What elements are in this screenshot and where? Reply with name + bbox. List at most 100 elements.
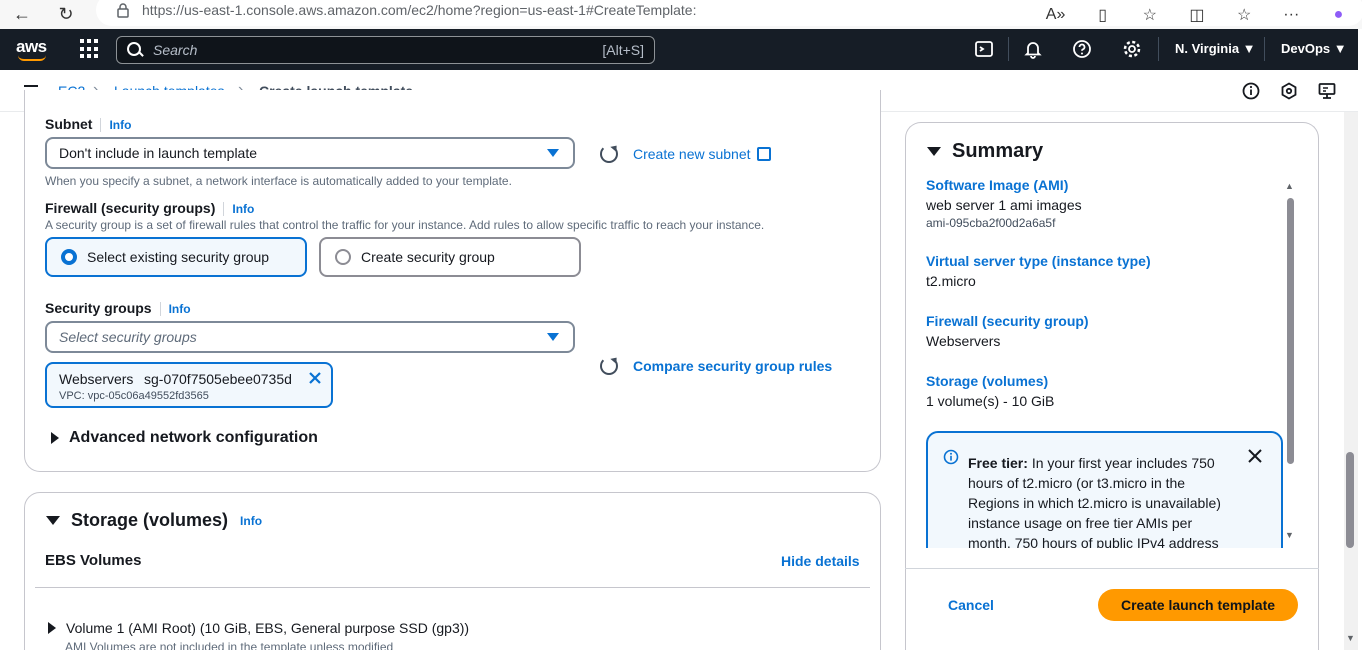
feedback-icon[interactable] <box>1317 81 1337 101</box>
cloudshell-icon[interactable] <box>974 39 994 59</box>
summary-instance-type-value: t2.micro <box>926 273 976 289</box>
refresh-sg-icon[interactable] <box>600 357 618 375</box>
dismiss-alert-close-icon[interactable] <box>1247 448 1263 464</box>
sg-token-name: Webservers <box>59 371 134 387</box>
external-link-icon <box>756 147 771 161</box>
notifications-panel-icon[interactable] <box>1279 81 1299 101</box>
storage-header[interactable]: Storage (volumes) Info <box>46 510 262 531</box>
account-menu[interactable]: DevOps ▼ <box>1281 41 1347 56</box>
storage-info-link[interactable]: Info <box>240 514 262 528</box>
services-grid-icon[interactable] <box>80 39 100 59</box>
aws-logo[interactable]: aws <box>16 37 47 61</box>
info-panel-icon[interactable] <box>1241 81 1261 101</box>
radio-selected[interactable] <box>61 249 77 265</box>
favorite-icon[interactable]: ☆ <box>1126 5 1173 25</box>
sg-placeholder: Select security groups <box>59 329 197 345</box>
volume-1-toggle[interactable]: Volume 1 (AMI Root) (10 GiB, EBS, Genera… <box>48 620 469 636</box>
caret-down-icon <box>927 147 941 156</box>
immersive-reader-icon[interactable]: ▯ <box>1079 5 1126 25</box>
browser-actions: A» ▯ ☆ ◫ ☆ ··· ● <box>1032 0 1362 29</box>
refresh-subnet-icon[interactable] <box>600 145 618 163</box>
free-tier-line: instance usage on free tier AMIs per <box>968 515 1193 531</box>
help-icon[interactable] <box>1072 39 1092 59</box>
summary-ami-link[interactable]: Software Image (AMI) <box>926 177 1068 193</box>
caret-down-icon <box>547 333 559 341</box>
aws-top-nav: aws Search [Alt+S] N. Virginia ▼ DevOps … <box>0 29 1358 70</box>
summary-header[interactable]: Summary <box>927 140 1043 163</box>
info-icon <box>943 449 959 465</box>
firewall-label-row: Firewall (security groups) Info <box>45 200 254 217</box>
sg-label: Security groups <box>45 300 152 316</box>
summary-firewall-link[interactable]: Firewall (security group) <box>926 313 1089 329</box>
security-groups-select[interactable]: Select security groups <box>45 321 575 353</box>
caret-down-icon <box>547 149 559 157</box>
firewall-label: Firewall (security groups) <box>45 200 216 216</box>
create-sg-label: Create security group <box>361 249 495 265</box>
select-existing-sg-tile[interactable]: Select existing security group <box>45 237 307 277</box>
summary-ami-value: web server 1 ami images <box>926 197 1082 213</box>
summary-storage-link[interactable]: Storage (volumes) <box>926 373 1048 389</box>
subnet-select-value: Don't include in launch template <box>59 145 258 161</box>
page-scrollbar-track[interactable] <box>1344 112 1358 650</box>
global-search-input[interactable]: Search [Alt+S] <box>116 36 655 64</box>
scroll-down-arrow-icon[interactable]: ▼ <box>1285 530 1294 540</box>
storage-title: Storage (volumes) <box>71 510 229 530</box>
advanced-network-toggle[interactable]: Advanced network configuration <box>51 429 318 447</box>
free-tier-alert-clip: Free tier: In your first year includes 7… <box>926 431 1283 548</box>
hide-details-link[interactable]: Hide details <box>781 553 860 569</box>
ebs-volumes-heading: EBS Volumes <box>45 552 142 569</box>
copilot-icon[interactable]: ● <box>1315 6 1362 24</box>
create-new-subnet-link[interactable]: Create new subnet <box>633 146 771 162</box>
create-launch-template-button[interactable]: Create launch template <box>1098 589 1298 621</box>
more-icon[interactable]: ··· <box>1268 6 1315 24</box>
sg-token-id: sg-070f7505ebee0735d <box>144 371 292 387</box>
caret-right-icon <box>51 432 59 444</box>
summary-ami-id: ami-095cba2f00d2a6a5f <box>926 216 1056 230</box>
summary-firewall-value: Webservers <box>926 333 1001 349</box>
summary-divider <box>905 568 1319 569</box>
summary-scroll-thumb[interactable] <box>1287 198 1294 464</box>
browser-toolbar: ← ↻ https://us-east-1.console.aws.amazon… <box>0 0 1362 29</box>
free-tier-line: In your first year includes 750 <box>1031 455 1215 471</box>
subnet-description: When you specify a subnet, a network int… <box>45 174 512 188</box>
subnet-label: Subnet <box>45 116 93 132</box>
create-new-subnet-label: Create new subnet <box>633 146 751 162</box>
reload-icon[interactable]: ↻ <box>54 3 78 27</box>
subnet-info-link[interactable]: Info <box>109 118 131 132</box>
firewall-info-link[interactable]: Info <box>232 202 254 216</box>
remove-token-close-icon[interactable] <box>307 370 323 386</box>
cancel-button[interactable]: Cancel <box>948 597 994 613</box>
subnet-label-row: Subnet Info <box>45 116 131 133</box>
select-existing-sg-label: Select existing security group <box>87 249 270 265</box>
region-selector[interactable]: N. Virginia ▼ <box>1175 41 1256 56</box>
divider <box>35 587 870 588</box>
sg-label-row: Security groups Info <box>45 300 191 317</box>
create-sg-tile[interactable]: Create security group <box>319 237 581 277</box>
free-tier-line: hours of t2.micro (or t3.micro in the <box>968 475 1186 491</box>
sg-token: Webservers sg-070f7505ebee0735d VPC: vpc… <box>45 362 333 408</box>
free-tier-bold: Free tier: <box>968 455 1028 471</box>
subnet-select[interactable]: Don't include in launch template <box>45 137 575 169</box>
summary-instance-type-link[interactable]: Virtual server type (instance type) <box>926 253 1151 269</box>
back-icon[interactable]: ← <box>10 3 34 27</box>
caret-right-icon <box>48 622 56 634</box>
lock-icon <box>117 3 129 18</box>
compare-sg-rules-link[interactable]: Compare security group rules <box>633 358 832 374</box>
sg-info-link[interactable]: Info <box>169 302 191 316</box>
volume-note: AMI Volumes are not included in the temp… <box>65 640 394 650</box>
free-tier-line: Regions in which t2.micro is unavailable… <box>968 495 1221 511</box>
read-aloud-icon[interactable]: A» <box>1032 6 1079 24</box>
page-scroll-thumb[interactable] <box>1346 452 1354 548</box>
scroll-up-arrow-icon[interactable]: ▲ <box>1285 181 1294 191</box>
radio-unselected[interactable] <box>335 249 351 265</box>
summary-storage-value: 1 volume(s) - 10 GiB <box>926 393 1055 409</box>
notifications-bell-icon[interactable] <box>1023 39 1043 59</box>
favorites-list-icon[interactable]: ☆ <box>1221 5 1268 25</box>
sg-token-vpc: VPC: vpc-05c06a49552fd3565 <box>59 390 209 402</box>
split-screen-icon[interactable]: ◫ <box>1173 5 1220 25</box>
free-tier-text: Free tier: In your first year includes 7… <box>968 453 1248 548</box>
search-placeholder: Search <box>153 42 198 58</box>
advanced-network-label: Advanced network configuration <box>69 429 318 446</box>
settings-gear-icon[interactable] <box>1122 39 1142 59</box>
page-scroll-down-icon[interactable]: ▼ <box>1346 633 1355 643</box>
